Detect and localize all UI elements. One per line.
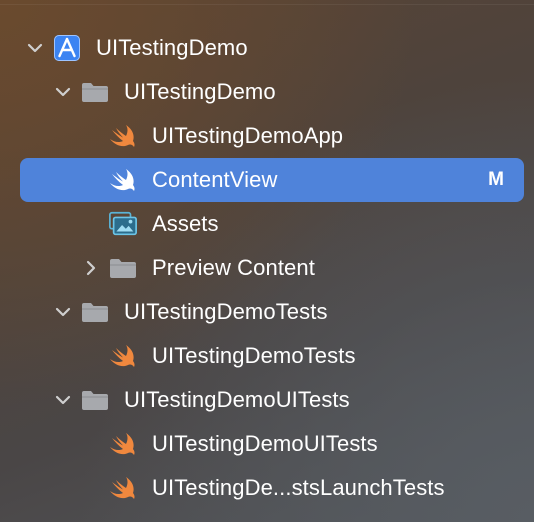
folder-icon: [108, 255, 138, 281]
swift-icon: [108, 343, 138, 369]
navigator-group-row[interactable]: Preview Content: [20, 246, 524, 290]
project-row[interactable]: UITestingDemo: [20, 26, 524, 70]
project-label: UITestingDemo: [96, 35, 248, 60]
divider: [0, 4, 534, 5]
swift-icon: [108, 475, 138, 501]
navigator-file-row-selected[interactable]: ContentView M: [20, 158, 524, 202]
chevron-down-icon[interactable]: [54, 391, 72, 409]
navigator-item-label: UITestingDemoTests: [152, 343, 356, 368]
navigator-file-row[interactable]: UITestingDemoTests: [20, 334, 524, 378]
chevron-right-icon[interactable]: [82, 259, 100, 277]
xcode-project-icon: [52, 35, 82, 61]
swift-icon: [108, 431, 138, 457]
chevron-down-icon[interactable]: [54, 303, 72, 321]
navigator-item-label: Preview Content: [152, 255, 315, 280]
navigator-item-label: UITestingDemo: [124, 79, 276, 104]
source-control-status-badge: M: [488, 169, 504, 190]
project-navigator: UITestingDemo UITestingDemo UITestingDem…: [0, 0, 534, 522]
swift-icon: [108, 167, 138, 193]
assets-icon: [108, 211, 138, 237]
chevron-down-icon[interactable]: [26, 39, 44, 57]
folder-icon: [80, 387, 110, 413]
navigator-group-row[interactable]: UITestingDemoTests: [20, 290, 524, 334]
navigator-item-label: UITestingDemoUITests: [152, 431, 378, 456]
navigator-item-label: Assets: [152, 211, 219, 236]
navigator-file-row[interactable]: UITestingDe...stsLaunchTests: [20, 466, 524, 510]
navigator-item-label: UITestingDemoTests: [124, 299, 328, 324]
navigator-item-label: ContentView: [152, 167, 278, 192]
chevron-down-icon[interactable]: [54, 83, 72, 101]
navigator-file-row[interactable]: Assets: [20, 202, 524, 246]
navigator-group-row[interactable]: UITestingDemoUITests: [20, 378, 524, 422]
folder-icon: [80, 79, 110, 105]
navigator-group-row[interactable]: UITestingDemo: [20, 70, 524, 114]
navigator-item-label: UITestingDe...stsLaunchTests: [152, 475, 445, 500]
folder-icon: [80, 299, 110, 325]
navigator-file-row[interactable]: UITestingDemoApp: [20, 114, 524, 158]
navigator-file-row[interactable]: UITestingDemoUITests: [20, 422, 524, 466]
swift-icon: [108, 123, 138, 149]
navigator-item-label: UITestingDemoUITests: [124, 387, 350, 412]
navigator-item-label: UITestingDemoApp: [152, 123, 344, 148]
